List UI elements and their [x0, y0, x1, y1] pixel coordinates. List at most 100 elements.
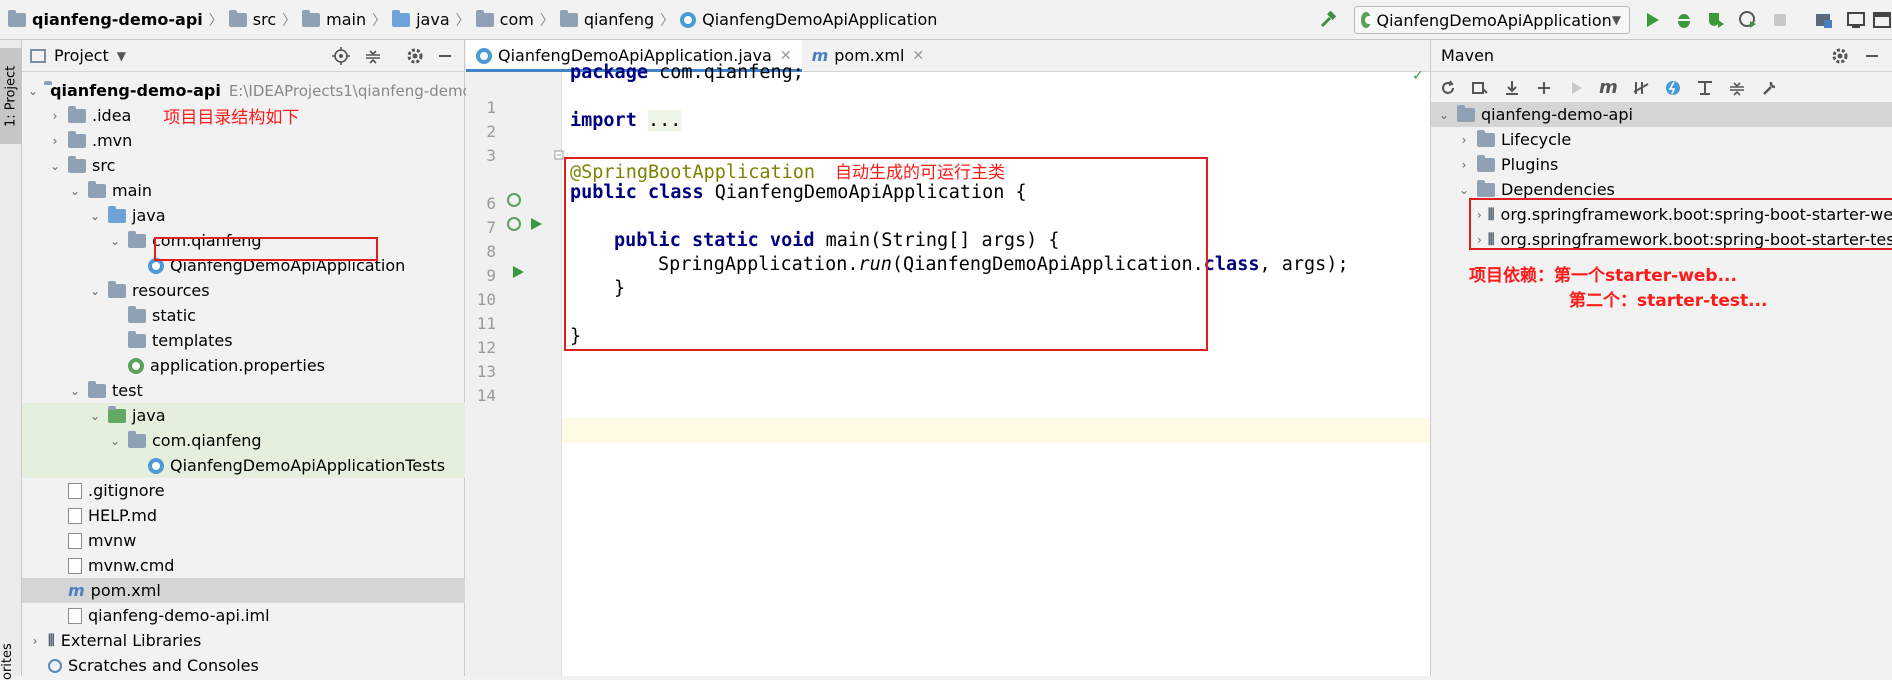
- tree-item-mvnw-cmd[interactable]: mvnw.cmd: [22, 553, 465, 578]
- run-maven-icon[interactable]: [1567, 79, 1585, 97]
- line-number: 10: [476, 290, 496, 309]
- tree-item-pom-xml[interactable]: m pom.xml: [22, 578, 465, 603]
- run-gutter-icon[interactable]: [528, 216, 544, 232]
- show-dependencies-icon[interactable]: [1696, 79, 1714, 97]
- chevron-down-icon: ⌄: [89, 408, 101, 423]
- tree-item-mvnw[interactable]: mvnw: [22, 528, 465, 553]
- project-tool-tab[interactable]: 1: Project: [0, 48, 22, 144]
- fold-icon[interactable]: [554, 150, 564, 160]
- download-icon[interactable]: [1503, 79, 1521, 97]
- locate-icon[interactable]: [332, 47, 350, 65]
- tree-item-mvn[interactable]: › .mvn: [22, 128, 465, 153]
- tree-item-templates[interactable]: templates: [22, 328, 465, 353]
- chevron-right-icon: 〉: [455, 12, 470, 29]
- execute-goal-icon[interactable]: m: [1599, 77, 1618, 98]
- project-structure-icon[interactable]: [1814, 10, 1834, 30]
- project-folder-icon: [8, 9, 26, 27]
- chevron-right-icon: ›: [52, 108, 58, 123]
- chevron-down-icon: ⌄: [69, 383, 81, 398]
- code-line-1[interactable]: package com.qianfeng;: [570, 62, 804, 83]
- spring-boot-icon: [1361, 12, 1373, 28]
- minimize-icon[interactable]: [1863, 47, 1881, 65]
- breadcrumb-qianfeng[interactable]: 〉 qianfeng: [534, 0, 654, 40]
- collapse-all-icon[interactable]: [364, 47, 382, 65]
- tree-item-main[interactable]: ⌄ main: [22, 178, 465, 203]
- tree-item-scratches[interactable]: Scratches and Consoles: [22, 653, 465, 678]
- view-dropdown-icon[interactable]: ▼: [117, 49, 126, 63]
- chevron-right-icon: 〉: [660, 12, 675, 29]
- dependencies-icon: [1477, 179, 1495, 197]
- tree-item-help-md[interactable]: HELP.md: [22, 503, 465, 528]
- tab-pom-xml[interactable]: m pom.xml ✕: [802, 40, 935, 71]
- skip-tests-icon[interactable]: [1632, 79, 1650, 97]
- tree-item-external-libraries[interactable]: › ⫴ External Libraries: [22, 628, 465, 653]
- spring-bean-gutter-icon[interactable]: [506, 216, 522, 232]
- code-line-3[interactable]: import ...: [570, 110, 682, 131]
- maven-settings-icon[interactable]: [1760, 79, 1778, 97]
- breadcrumb-main[interactable]: 〉 main: [276, 0, 366, 40]
- profiler-icon[interactable]: [1738, 10, 1758, 30]
- maven-file-icon: m: [811, 46, 829, 65]
- breadcrumb-src[interactable]: 〉 src: [203, 0, 276, 40]
- inspection-ok-icon[interactable]: ✓: [1412, 68, 1424, 84]
- spring-bean-gutter-icon[interactable]: [506, 192, 522, 208]
- breadcrumb-com[interactable]: 〉 com: [450, 0, 534, 40]
- navigation-bar: qianfeng-demo-api 〉 src 〉 main 〉 java 〉 …: [0, 0, 1892, 40]
- stop-icon[interactable]: [1770, 10, 1790, 30]
- folder-icon: [302, 9, 321, 27]
- chevron-down-icon: ⌄: [49, 158, 61, 173]
- tree-item-test[interactable]: ⌄ test: [22, 378, 465, 403]
- breadcrumb-project[interactable]: qianfeng-demo-api: [8, 0, 203, 40]
- import-fold-placeholder[interactable]: ...: [647, 110, 682, 131]
- maven-tree-plugins[interactable]: › Plugins: [1431, 152, 1892, 177]
- tree-item-resources[interactable]: ⌄ resources: [22, 278, 465, 303]
- maven-tree-root[interactable]: ⌄ qianfeng-demo-api: [1431, 102, 1892, 127]
- line-number: 11: [476, 314, 496, 333]
- sdk-icon[interactable]: [1846, 10, 1866, 30]
- tree-item-test-java[interactable]: ⌄ java: [22, 403, 465, 428]
- tree-item-gitignore[interactable]: .gitignore: [22, 478, 465, 503]
- run-configuration-select[interactable]: QianfengDemoApiApplication ▼: [1354, 6, 1630, 34]
- add-icon[interactable]: [1535, 79, 1553, 97]
- build-hammer-icon[interactable]: [1318, 10, 1338, 30]
- chevron-right-icon: 〉: [539, 12, 554, 29]
- tree-item-src[interactable]: ⌄ src: [22, 153, 465, 178]
- project-panel-header: Project ▼: [22, 40, 464, 72]
- editor-gutter: 1 2 3 6 7 8 9 10 11 12 13 14: [466, 72, 564, 676]
- tree-item-iml[interactable]: qianfeng-demo-api.iml: [22, 603, 465, 628]
- chevron-down-icon: ⌄: [109, 233, 121, 248]
- breadcrumb-java[interactable]: 〉 java: [366, 0, 450, 40]
- project-view-icon: [30, 48, 46, 63]
- tree-item-root[interactable]: ⌄ qianfeng-demo-api E:\IDEAProjects1\qia…: [22, 78, 472, 103]
- generate-sources-icon[interactable]: [1471, 79, 1489, 97]
- run-gutter-icon[interactable]: [510, 264, 526, 280]
- tree-item-application-properties[interactable]: application.properties: [22, 353, 465, 378]
- breadcrumb-class[interactable]: 〉 QianfengDemoApiApplication: [654, 0, 937, 40]
- tree-item-test-package[interactable]: ⌄ com.qianfeng: [22, 428, 465, 453]
- tree-item-idea[interactable]: › .idea 项目目录结构如下: [22, 103, 465, 128]
- highlight-box-main-class: [154, 237, 378, 261]
- project-panel: Project ▼ ⌄ qianfeng-demo-api E:\IDEAPro…: [22, 40, 472, 678]
- line-number: 8: [486, 242, 496, 261]
- tree-item-java[interactable]: ⌄ java: [22, 203, 465, 228]
- run-icon[interactable]: [1642, 10, 1662, 30]
- gear-icon[interactable]: [406, 47, 424, 65]
- maven-tree-lifecycle[interactable]: › Lifecycle: [1431, 127, 1892, 152]
- tree-item-test-class[interactable]: QianfengDemoApiApplicationTests: [22, 453, 465, 478]
- collapse-all-icon[interactable]: [1728, 79, 1746, 97]
- debug-icon[interactable]: [1674, 10, 1694, 30]
- minimize-icon[interactable]: [436, 47, 454, 65]
- coverage-icon[interactable]: [1706, 10, 1726, 30]
- dependencies-annotation-2: 第二个：starter-test...: [1569, 291, 1768, 311]
- offline-mode-icon[interactable]: [1664, 79, 1682, 97]
- gear-icon[interactable]: [1831, 47, 1849, 65]
- tree-item-static[interactable]: static: [22, 303, 465, 328]
- plugins-icon: [1477, 154, 1495, 172]
- window-icon[interactable]: [1872, 10, 1892, 30]
- reload-icon[interactable]: [1439, 79, 1457, 97]
- project-structure-annotation: 项目目录结构如下: [163, 108, 300, 128]
- favorites-tool-tab[interactable]: orites: [0, 640, 22, 680]
- folder-icon: [68, 155, 86, 173]
- close-icon[interactable]: ✕: [912, 48, 924, 64]
- maven-panel-header: Maven: [1431, 40, 1892, 72]
